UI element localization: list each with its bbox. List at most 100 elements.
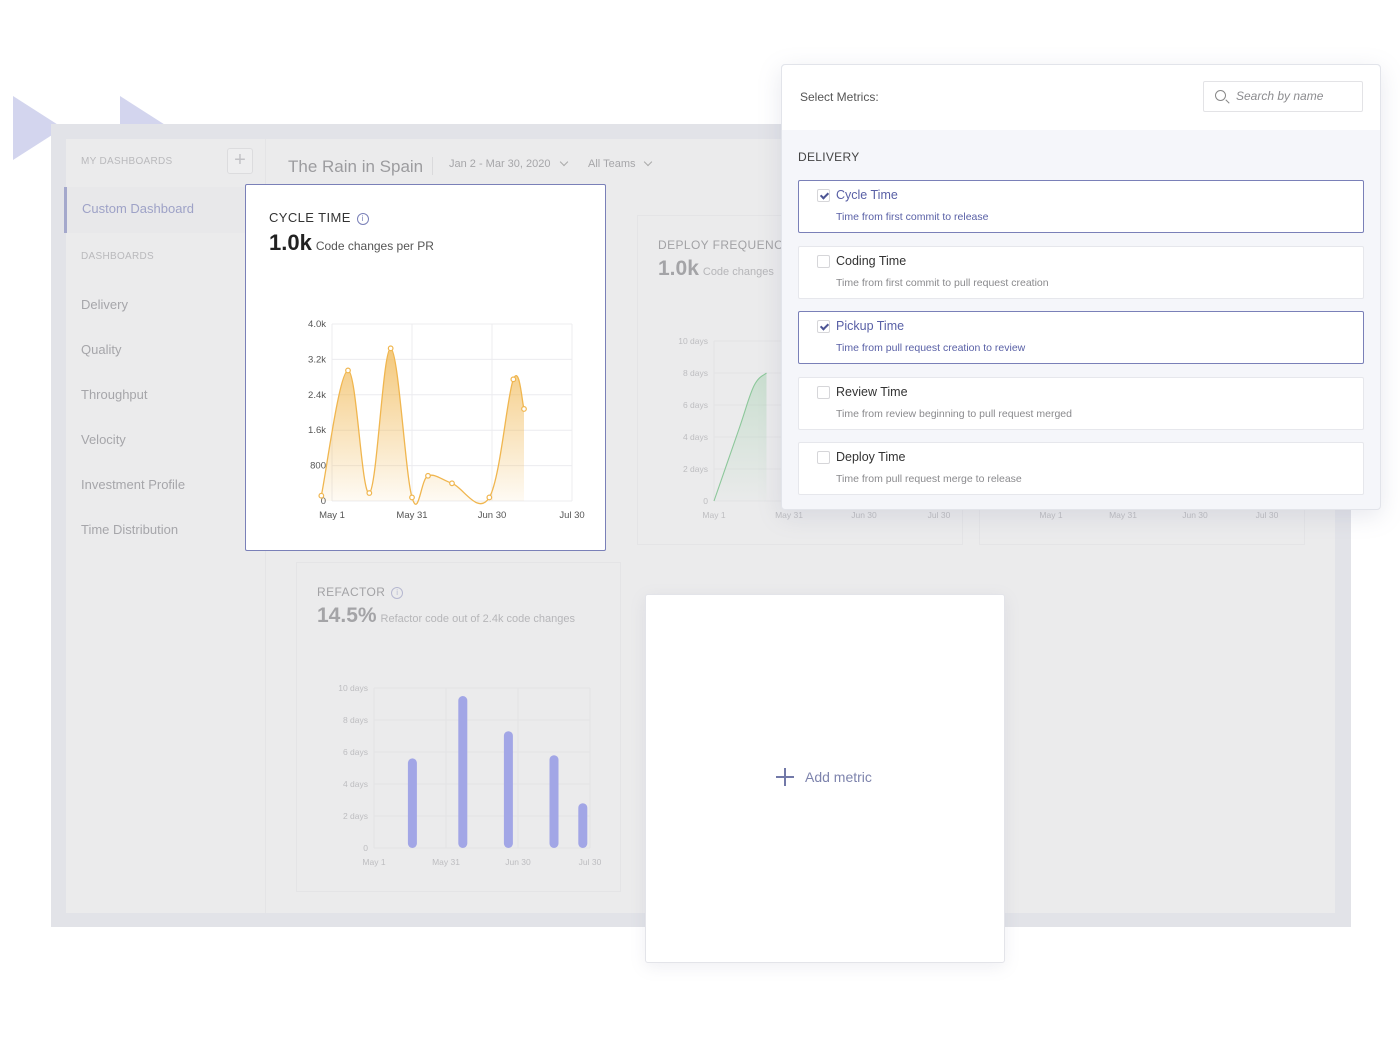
sidebar-item-custom-dashboard[interactable]: Custom Dashboard bbox=[64, 187, 246, 233]
x-tick-label: Jun 30 bbox=[505, 857, 531, 867]
dashboard-title: The Rain in Spain bbox=[288, 157, 424, 176]
metric-name: Pickup Time bbox=[836, 319, 905, 333]
refactor-card[interactable]: REFACTOR i 14.5% Refactor code out of 2.4k… bbox=[296, 562, 621, 892]
refactor-chart: 0 2 days 4 days 6 days 8 days 10 days May 1 May… bbox=[338, 683, 602, 867]
sidebar-item-quality[interactable]: Quality bbox=[81, 342, 121, 357]
bar bbox=[407, 758, 417, 848]
y-tick-label: 4 days bbox=[343, 779, 368, 789]
panel-header: Select Metrics: bbox=[782, 65, 1380, 130]
metric-name: Cycle Time bbox=[836, 188, 898, 202]
metric-description: Time from review beginning to pull reque… bbox=[836, 408, 1072, 420]
search-input[interactable] bbox=[1236, 89, 1356, 103]
metric-option-deploy-time[interactable]: Deploy Time Time from pull request merge… bbox=[798, 442, 1364, 495]
sidebar-item-throughput[interactable]: Throughput bbox=[81, 387, 148, 402]
bar bbox=[549, 755, 559, 848]
date-range-dropdown[interactable]: Jan 2 - Mar 30, 2020 bbox=[449, 157, 568, 170]
bar bbox=[578, 803, 588, 848]
x-tick-label: Jun 30 bbox=[1182, 510, 1208, 520]
cycle-time-card[interactable]: CYCLE TIME i 1.0k Code changes per PR 0 800… bbox=[245, 184, 606, 551]
y-tick-label: 6 days bbox=[343, 747, 368, 757]
metric-option-pickup-time[interactable]: Pickup Time Time from pull request creat… bbox=[798, 311, 1364, 364]
metric-name: Review Time bbox=[836, 385, 908, 399]
x-tick-label: Jul 30 bbox=[928, 510, 951, 520]
checkbox[interactable] bbox=[817, 255, 830, 268]
select-metrics-label: Select Metrics: bbox=[800, 90, 879, 104]
add-dashboard-button[interactable]: + bbox=[227, 148, 253, 174]
sidebar-item-time-distribution[interactable]: Time Distribution bbox=[81, 522, 178, 537]
data-point bbox=[425, 472, 431, 479]
sidebar-item-label: Custom Dashboard bbox=[82, 201, 194, 216]
metric-option-coding-time[interactable]: Coding Time Time from first commit to pu… bbox=[798, 246, 1364, 299]
data-point bbox=[345, 367, 351, 374]
checkbox-checked[interactable] bbox=[817, 189, 830, 202]
checkbox[interactable] bbox=[817, 451, 830, 464]
x-tick-label: Jun 30 bbox=[851, 510, 877, 520]
checkbox-checked[interactable] bbox=[817, 320, 830, 333]
dashboards-heading: DASHBOARDS bbox=[81, 251, 155, 262]
data-point bbox=[318, 492, 325, 499]
y-tick-label: 10 days bbox=[338, 683, 368, 693]
my-dashboards-heading: MY DASHBOARDS bbox=[81, 156, 173, 167]
cycle-time-chart: 08001.6k2.4k3.2k4.0kMay 1 May 31 Jun 30 Jul… bbox=[308, 319, 585, 521]
team-filter-label: All Teams bbox=[588, 158, 636, 170]
y-tick-label: 8 days bbox=[343, 715, 368, 725]
x-tick-label: Jul 30 bbox=[1256, 510, 1279, 520]
metric-option-cycle-time[interactable]: Cycle Time Time from first commit to rel… bbox=[798, 180, 1364, 233]
divider bbox=[432, 157, 433, 175]
y-tick-label: 4 days bbox=[683, 432, 708, 442]
add-metric-card[interactable]: Add metric bbox=[645, 594, 1005, 963]
x-tick-label: Jul 30 bbox=[579, 857, 602, 867]
metric-description: Time from first commit to pull request c… bbox=[836, 277, 1049, 289]
sidebar-item-delivery[interactable]: Delivery bbox=[81, 297, 128, 312]
y-tick-label: 2.4k bbox=[308, 390, 326, 401]
x-tick-label: May 31 bbox=[396, 510, 427, 521]
x-tick-label: Jun 30 bbox=[478, 510, 507, 521]
x-tick-label: May 1 bbox=[1039, 510, 1062, 520]
data-point bbox=[387, 345, 394, 352]
y-tick-label: 1.6k bbox=[308, 425, 326, 436]
y-tick-label: 0 bbox=[363, 843, 368, 853]
y-tick-label: 4.0k bbox=[308, 319, 326, 330]
metric-description: Time from pull request merge to release bbox=[836, 473, 1022, 485]
chevron-down-icon bbox=[644, 157, 653, 167]
metric-description: Time from first commit to release bbox=[836, 211, 989, 223]
chevron-down-icon bbox=[559, 157, 568, 167]
bar bbox=[503, 731, 513, 848]
y-tick-label: 10 days bbox=[678, 336, 708, 346]
bar bbox=[458, 696, 468, 848]
metric-name: Coding Time bbox=[836, 254, 907, 268]
x-tick-label: May 31 bbox=[432, 857, 460, 867]
x-tick-label: May 1 bbox=[319, 510, 345, 521]
team-filter-dropdown[interactable]: All Teams bbox=[588, 157, 653, 170]
data-point bbox=[510, 376, 517, 383]
data-point bbox=[486, 494, 493, 501]
x-tick-label: May 1 bbox=[362, 857, 385, 867]
add-metric-button[interactable]: Add metric bbox=[776, 768, 872, 786]
y-tick-label: 6 days bbox=[683, 400, 708, 410]
plus-icon bbox=[776, 768, 794, 786]
data-point bbox=[449, 480, 455, 487]
sidebar-item-velocity[interactable]: Velocity bbox=[81, 432, 126, 447]
x-tick-label: Jul 30 bbox=[559, 510, 584, 521]
section-heading-delivery: DELIVERY bbox=[798, 150, 860, 164]
search-icon bbox=[1215, 90, 1226, 101]
y-tick-label: 2 days bbox=[683, 464, 708, 474]
date-range-label: Jan 2 - Mar 30, 2020 bbox=[449, 158, 551, 170]
data-point bbox=[366, 490, 373, 496]
x-tick-label: May 1 bbox=[702, 510, 725, 520]
checkbox[interactable] bbox=[817, 386, 830, 399]
y-tick-label: 3.2k bbox=[308, 354, 326, 365]
y-tick-label: 0 bbox=[703, 496, 708, 506]
metric-option-review-time[interactable]: Review Time Time from review beginning t… bbox=[798, 377, 1364, 430]
y-tick-label: 8 days bbox=[683, 368, 708, 378]
sidebar-item-investment-profile[interactable]: Investment Profile bbox=[81, 477, 185, 492]
search-box[interactable] bbox=[1203, 81, 1363, 112]
metric-description: Time from pull request creation to revie… bbox=[836, 342, 1026, 354]
x-tick-label: May 31 bbox=[775, 510, 803, 520]
y-tick-label: 2 days bbox=[343, 811, 368, 821]
data-point bbox=[409, 494, 415, 501]
data-point bbox=[521, 406, 527, 412]
sidebar: MY DASHBOARDS + Custom Dashboard DASHBOA… bbox=[64, 139, 266, 913]
y-tick-label: 800 bbox=[310, 461, 326, 472]
area-fill bbox=[321, 348, 524, 505]
